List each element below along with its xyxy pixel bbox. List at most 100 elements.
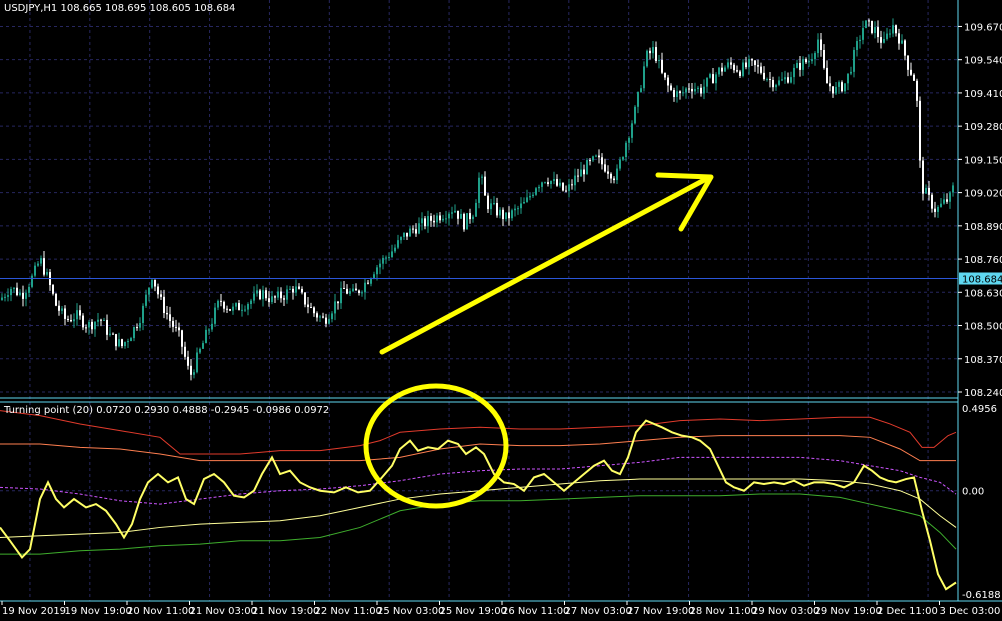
candle-body bbox=[85, 327, 87, 329]
candle-body bbox=[562, 182, 564, 191]
candle-body bbox=[280, 291, 282, 299]
candle-body bbox=[133, 327, 135, 339]
candle-body bbox=[316, 313, 318, 318]
candle-body bbox=[859, 39, 861, 42]
candle-body bbox=[784, 77, 786, 80]
candle-body bbox=[811, 59, 813, 62]
candle-body bbox=[187, 356, 189, 366]
candle-body bbox=[823, 49, 825, 68]
candle-body bbox=[376, 267, 378, 275]
candle-body bbox=[64, 308, 66, 319]
candle-body bbox=[244, 309, 246, 311]
candle-body bbox=[565, 190, 567, 192]
candle-body bbox=[427, 216, 429, 227]
candle-body bbox=[424, 218, 426, 227]
candle-body bbox=[898, 33, 900, 44]
candle-body bbox=[583, 169, 585, 175]
candle-body bbox=[340, 288, 342, 304]
candle-body bbox=[547, 182, 549, 184]
candle-body bbox=[883, 38, 885, 43]
candle-body bbox=[766, 78, 768, 80]
candle-body bbox=[610, 173, 612, 179]
candle-body bbox=[250, 300, 252, 304]
candle-body bbox=[265, 290, 267, 299]
candle-body bbox=[703, 86, 705, 94]
candle-body bbox=[418, 223, 420, 234]
candle-body bbox=[709, 74, 711, 78]
candle-body bbox=[721, 67, 723, 72]
candle-body bbox=[367, 282, 369, 284]
price-tick-label: 109.280 bbox=[964, 122, 1002, 133]
candle-body bbox=[619, 159, 621, 169]
candle-body bbox=[493, 202, 495, 204]
indicator-tick-label: 0.4956 bbox=[962, 404, 997, 415]
candle-body bbox=[793, 67, 795, 78]
candle-body bbox=[379, 263, 381, 268]
candle-body bbox=[862, 28, 864, 40]
price-tick-label: 108.630 bbox=[964, 288, 1002, 299]
candle-body bbox=[346, 288, 348, 294]
candle-body bbox=[655, 47, 657, 61]
candle-body bbox=[478, 177, 480, 203]
candle-body bbox=[877, 27, 879, 38]
candle-body bbox=[292, 288, 294, 293]
candle-body bbox=[814, 53, 816, 60]
candle-body bbox=[661, 59, 663, 73]
indicator-tick-label: 0.00 bbox=[962, 487, 984, 498]
candle-body bbox=[364, 282, 366, 293]
candle-body bbox=[907, 55, 909, 70]
candle-body bbox=[313, 307, 315, 314]
candle-body bbox=[307, 304, 309, 308]
candle-body bbox=[217, 300, 219, 308]
candle-body bbox=[739, 71, 741, 76]
candle-body bbox=[601, 157, 603, 165]
time-tick-label: 19 Nov 2019 bbox=[2, 606, 66, 617]
candle-body bbox=[829, 83, 831, 87]
candle-body bbox=[370, 278, 372, 284]
candle-body bbox=[175, 326, 177, 328]
candle-body bbox=[886, 33, 888, 39]
candle-body bbox=[946, 199, 948, 202]
candle-body bbox=[7, 295, 9, 297]
candle-body bbox=[715, 74, 717, 84]
candle-body bbox=[109, 333, 111, 335]
candle-body bbox=[856, 41, 858, 50]
candle-body bbox=[298, 286, 300, 289]
candle-body bbox=[727, 62, 729, 68]
candle-body bbox=[490, 203, 492, 210]
candle-body bbox=[901, 40, 903, 44]
candle-body bbox=[247, 303, 249, 310]
candle-body bbox=[127, 341, 129, 343]
candle-body bbox=[745, 62, 747, 68]
candle-body bbox=[442, 218, 444, 221]
candle-body bbox=[676, 91, 678, 98]
candle-body bbox=[16, 287, 18, 296]
candle-body bbox=[163, 296, 165, 314]
candle-body bbox=[445, 218, 447, 220]
candle-body bbox=[142, 305, 144, 324]
candle-body bbox=[481, 176, 483, 178]
candle-body bbox=[139, 323, 141, 328]
candle-body bbox=[331, 313, 333, 320]
trading-chart[interactable]: USDJPY,H1 108.665 108.695 108.605 108.68… bbox=[0, 0, 1002, 621]
candle-body bbox=[595, 155, 597, 157]
candle-body bbox=[682, 92, 684, 94]
candle-body bbox=[475, 202, 477, 217]
candle-body bbox=[799, 63, 801, 70]
candle-body bbox=[679, 91, 681, 94]
candle-body bbox=[865, 20, 867, 29]
candle-body bbox=[925, 187, 927, 194]
candle-body bbox=[937, 206, 939, 212]
price-tick-label: 108.890 bbox=[964, 222, 1002, 233]
candle-body bbox=[532, 194, 534, 197]
candle-body bbox=[289, 288, 291, 290]
candle-body bbox=[268, 298, 270, 303]
candle-body bbox=[646, 50, 648, 67]
candle-body bbox=[652, 47, 654, 54]
candle-body bbox=[952, 185, 954, 193]
candle-body bbox=[919, 100, 921, 161]
candle-body bbox=[628, 137, 630, 143]
candle-body bbox=[211, 323, 213, 330]
candle-body bbox=[37, 263, 39, 266]
candle-body bbox=[154, 279, 156, 287]
